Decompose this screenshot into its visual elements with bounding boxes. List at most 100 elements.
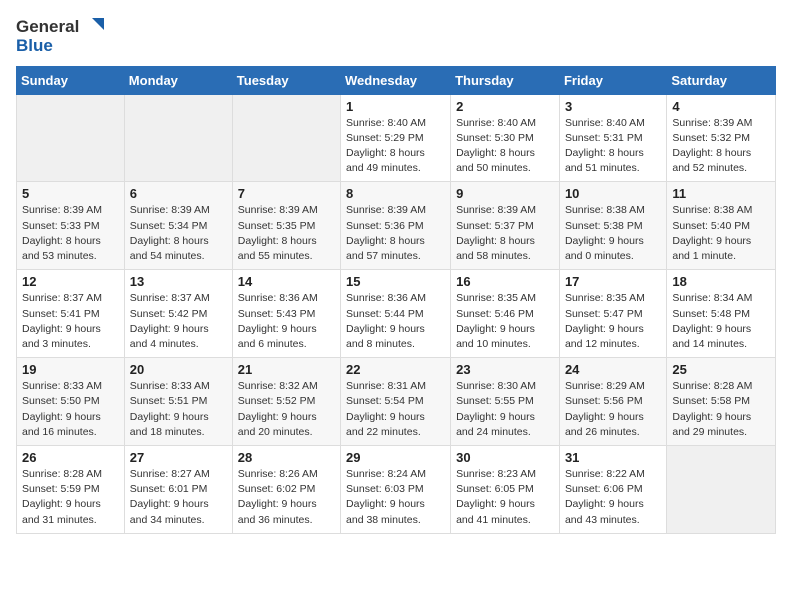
weekday-header-friday: Friday: [559, 66, 666, 94]
day-number: 13: [130, 274, 227, 289]
day-cell: 19Sunrise: 8:33 AM Sunset: 5:50 PM Dayli…: [17, 358, 125, 446]
day-cell: 16Sunrise: 8:35 AM Sunset: 5:46 PM Dayli…: [451, 270, 560, 358]
day-info: Sunrise: 8:32 AM Sunset: 5:52 PM Dayligh…: [238, 379, 335, 440]
week-row-4: 19Sunrise: 8:33 AM Sunset: 5:50 PM Dayli…: [17, 358, 776, 446]
day-info: Sunrise: 8:37 AM Sunset: 5:42 PM Dayligh…: [130, 291, 227, 352]
day-info: Sunrise: 8:28 AM Sunset: 5:59 PM Dayligh…: [22, 467, 119, 528]
day-cell: 13 Sunrise: 8:37 AM Sunset: 5:42 PM Dayli…: [124, 270, 232, 358]
day-number: 3: [565, 99, 661, 114]
day-number: 29: [346, 450, 445, 465]
calendar-table: SundayMondayTuesdayWednesdayThursdayFrid…: [16, 66, 776, 534]
day-cell: 18Sunrise: 8:34 AM Sunset: 5:48 PM Dayli…: [667, 270, 776, 358]
weekday-header-saturday: Saturday: [667, 66, 776, 94]
weekday-header-row: SundayMondayTuesdayWednesdayThursdayFrid…: [17, 66, 776, 94]
day-number: 16: [456, 274, 554, 289]
day-cell: 11 Sunrise: 8:38 AM Sunset: 5:40 PM Dayli…: [667, 182, 776, 270]
day-number: 2: [456, 99, 554, 114]
weekday-header-sunday: Sunday: [17, 66, 125, 94]
week-row-5: 26 Sunrise: 8:28 AM Sunset: 5:59 PM Dayli…: [17, 446, 776, 534]
day-number: 27: [130, 450, 227, 465]
day-number: 6: [130, 186, 227, 201]
day-cell: 7 Sunrise: 8:39 AM Sunset: 5:35 PM Daylig…: [232, 182, 340, 270]
day-number: 17: [565, 274, 661, 289]
day-cell: 10Sunrise: 8:38 AM Sunset: 5:38 PM Dayli…: [559, 182, 666, 270]
day-number: 4: [672, 99, 770, 114]
day-info: Sunrise: 8:40 AM Sunset: 5:31 PM Dayligh…: [565, 116, 661, 177]
day-cell: 26 Sunrise: 8:28 AM Sunset: 5:59 PM Dayli…: [17, 446, 125, 534]
day-number: 23: [456, 362, 554, 377]
day-info: Sunrise: 8:31 AM Sunset: 5:54 PM Dayligh…: [346, 379, 445, 440]
day-info: Sunrise: 8:33 AM Sunset: 5:50 PM Dayligh…: [22, 379, 119, 440]
week-row-2: 5 Sunrise: 8:39 AM Sunset: 5:33 PM Daylig…: [17, 182, 776, 270]
day-cell: 1Sunrise: 8:40 AM Sunset: 5:29 PM Daylig…: [341, 94, 451, 182]
day-number: 20: [130, 362, 227, 377]
day-cell: 3 Sunrise: 8:40 AM Sunset: 5:31 PM Daylig…: [559, 94, 666, 182]
day-info: Sunrise: 8:39 AM Sunset: 5:36 PM Dayligh…: [346, 203, 445, 264]
day-cell: 9 Sunrise: 8:39 AM Sunset: 5:37 PM Daylig…: [451, 182, 560, 270]
day-number: 21: [238, 362, 335, 377]
day-info: Sunrise: 8:26 AM Sunset: 6:02 PM Dayligh…: [238, 467, 335, 528]
day-cell: 20 Sunrise: 8:33 AM Sunset: 5:51 PM Dayli…: [124, 358, 232, 446]
weekday-header-wednesday: Wednesday: [341, 66, 451, 94]
day-info: Sunrise: 8:39 AM Sunset: 5:35 PM Dayligh…: [238, 203, 335, 264]
day-number: 24: [565, 362, 661, 377]
week-row-3: 12 Sunrise: 8:37 AM Sunset: 5:41 PM Dayli…: [17, 270, 776, 358]
day-cell: 22Sunrise: 8:31 AM Sunset: 5:54 PM Dayli…: [341, 358, 451, 446]
day-info: Sunrise: 8:28 AM Sunset: 5:58 PM Dayligh…: [672, 379, 770, 440]
day-info: Sunrise: 8:37 AM Sunset: 5:41 PM Dayligh…: [22, 291, 119, 352]
day-cell: 30 Sunrise: 8:23 AM Sunset: 6:05 PM Dayli…: [451, 446, 560, 534]
day-info: Sunrise: 8:39 AM Sunset: 5:33 PM Dayligh…: [22, 203, 119, 264]
day-cell: 21 Sunrise: 8:32 AM Sunset: 5:52 PM Dayli…: [232, 358, 340, 446]
day-number: 11: [672, 186, 770, 201]
logo-blue: Blue: [16, 36, 53, 56]
day-number: 18: [672, 274, 770, 289]
day-info: Sunrise: 8:39 AM Sunset: 5:32 PM Dayligh…: [672, 116, 770, 177]
day-cell: [232, 94, 340, 182]
day-cell: 25Sunrise: 8:28 AM Sunset: 5:58 PM Dayli…: [667, 358, 776, 446]
day-info: Sunrise: 8:33 AM Sunset: 5:51 PM Dayligh…: [130, 379, 227, 440]
day-info: Sunrise: 8:38 AM Sunset: 5:38 PM Dayligh…: [565, 203, 661, 264]
day-number: 9: [456, 186, 554, 201]
weekday-header-monday: Monday: [124, 66, 232, 94]
day-number: 12: [22, 274, 119, 289]
day-info: Sunrise: 8:23 AM Sunset: 6:05 PM Dayligh…: [456, 467, 554, 528]
day-cell: 8Sunrise: 8:39 AM Sunset: 5:36 PM Daylig…: [341, 182, 451, 270]
day-info: Sunrise: 8:36 AM Sunset: 5:44 PM Dayligh…: [346, 291, 445, 352]
logo-triangle-icon: [82, 16, 104, 38]
day-cell: 6 Sunrise: 8:39 AM Sunset: 5:34 PM Daylig…: [124, 182, 232, 270]
day-cell: 5 Sunrise: 8:39 AM Sunset: 5:33 PM Daylig…: [17, 182, 125, 270]
week-row-1: 1Sunrise: 8:40 AM Sunset: 5:29 PM Daylig…: [17, 94, 776, 182]
day-cell: [17, 94, 125, 182]
day-cell: 17 Sunrise: 8:35 AM Sunset: 5:47 PM Dayli…: [559, 270, 666, 358]
day-info: Sunrise: 8:22 AM Sunset: 6:06 PM Dayligh…: [565, 467, 661, 528]
day-info: Sunrise: 8:35 AM Sunset: 5:47 PM Dayligh…: [565, 291, 661, 352]
day-info: Sunrise: 8:27 AM Sunset: 6:01 PM Dayligh…: [130, 467, 227, 528]
logo-text-block: General Blue: [16, 16, 104, 56]
day-info: Sunrise: 8:40 AM Sunset: 5:30 PM Dayligh…: [456, 116, 554, 177]
day-info: Sunrise: 8:39 AM Sunset: 5:37 PM Dayligh…: [456, 203, 554, 264]
day-number: 7: [238, 186, 335, 201]
day-info: Sunrise: 8:30 AM Sunset: 5:55 PM Dayligh…: [456, 379, 554, 440]
day-number: 5: [22, 186, 119, 201]
day-number: 31: [565, 450, 661, 465]
day-number: 15: [346, 274, 445, 289]
page: General Blue SundayMondayTuesdayWednesda…: [0, 0, 792, 612]
day-cell: 31 Sunrise: 8:22 AM Sunset: 6:06 PM Dayli…: [559, 446, 666, 534]
day-info: Sunrise: 8:39 AM Sunset: 5:34 PM Dayligh…: [130, 203, 227, 264]
day-number: 14: [238, 274, 335, 289]
day-cell: 15 Sunrise: 8:36 AM Sunset: 5:44 PM Dayli…: [341, 270, 451, 358]
day-cell: [124, 94, 232, 182]
logo-general: General: [16, 17, 79, 37]
day-cell: 14 Sunrise: 8:36 AM Sunset: 5:43 PM Dayli…: [232, 270, 340, 358]
day-info: Sunrise: 8:40 AM Sunset: 5:29 PM Dayligh…: [346, 116, 445, 177]
header: General Blue: [16, 16, 776, 56]
day-cell: 4 Sunrise: 8:39 AM Sunset: 5:32 PM Daylig…: [667, 94, 776, 182]
day-number: 26: [22, 450, 119, 465]
day-info: Sunrise: 8:38 AM Sunset: 5:40 PM Dayligh…: [672, 203, 770, 264]
day-info: Sunrise: 8:36 AM Sunset: 5:43 PM Dayligh…: [238, 291, 335, 352]
day-cell: 27 Sunrise: 8:27 AM Sunset: 6:01 PM Dayli…: [124, 446, 232, 534]
day-info: Sunrise: 8:24 AM Sunset: 6:03 PM Dayligh…: [346, 467, 445, 528]
weekday-header-thursday: Thursday: [451, 66, 560, 94]
day-cell: 23 Sunrise: 8:30 AM Sunset: 5:55 PM Dayli…: [451, 358, 560, 446]
day-number: 30: [456, 450, 554, 465]
